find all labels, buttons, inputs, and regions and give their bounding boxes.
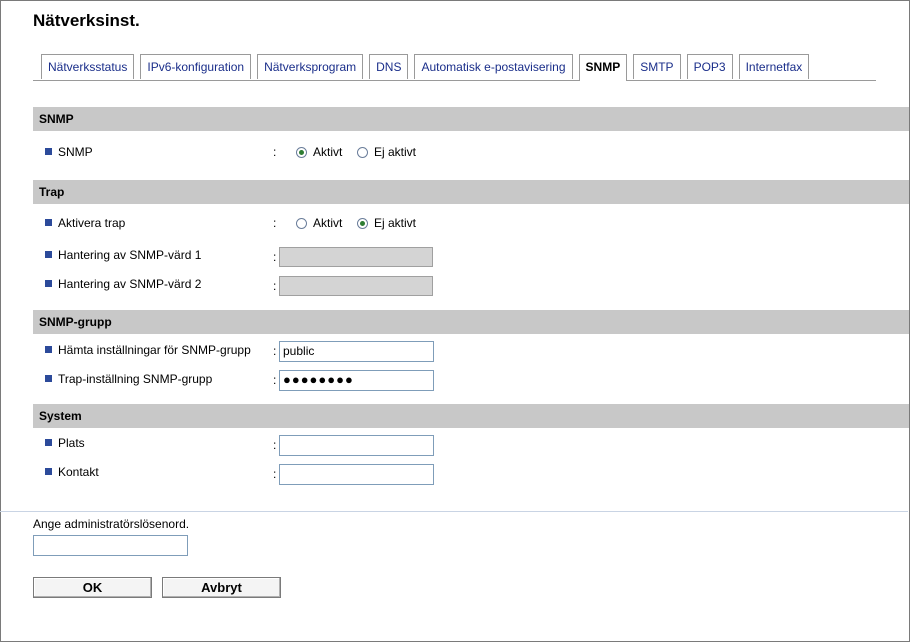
radio-selected-icon[interactable] <box>296 146 307 158</box>
bullet-icon <box>45 280 52 287</box>
bullet-icon <box>45 251 52 258</box>
group-trap-row: Trap-inställning SNMP-grupp <box>45 369 212 389</box>
tab-dns[interactable]: DNS <box>369 54 409 79</box>
trap-host1-row: Hantering av SNMP-värd 1 <box>45 245 201 265</box>
tab-network-programs[interactable]: Nätverksprogram <box>257 54 364 79</box>
group-trap-label: Trap-inställning SNMP-grupp <box>58 372 213 386</box>
ok-button[interactable]: OK <box>33 577 152 598</box>
admin-password-input[interactable] <box>33 535 188 556</box>
section-header-snmp-group: SNMP-grupp <box>33 310 909 334</box>
colon: : <box>273 279 277 293</box>
snmp-radio-inactive[interactable]: Ej aktivt <box>357 142 416 162</box>
snmp-trap-community-input[interactable]: ●●●●●●●● <box>279 370 434 391</box>
radio-unselected-icon[interactable] <box>296 217 307 229</box>
colon: : <box>273 250 277 264</box>
section-header-system: System <box>33 404 909 428</box>
bullet-icon <box>45 219 52 226</box>
system-location-input[interactable] <box>279 435 434 456</box>
tab-network-status[interactable]: Nätverksstatus <box>41 54 135 79</box>
tab-email-notification[interactable]: Automatisk e-postavisering <box>414 54 573 79</box>
group-get-label: Hämta inställningar för SNMP-grupp <box>58 343 251 357</box>
tab-bar: Nätverksstatus IPv6-konfiguration Nätver… <box>41 54 810 81</box>
colon: : <box>273 467 277 481</box>
colon: : <box>273 438 277 452</box>
colon: : <box>273 216 277 230</box>
trap-activate-row: Aktivera trap <box>45 213 125 233</box>
radio-label: Ej aktivt <box>374 145 417 159</box>
colon: : <box>273 373 277 387</box>
radio-label: Ej aktivt <box>374 216 417 230</box>
page-title: Nätverksinst. <box>33 11 140 30</box>
radio-selected-icon[interactable] <box>357 217 368 229</box>
bullet-icon <box>45 148 52 155</box>
system-contact-row: Kontakt <box>45 462 99 482</box>
bullet-icon <box>45 346 52 353</box>
trap-host2-label: Hantering av SNMP-värd 2 <box>58 277 202 291</box>
snmp-radio-active[interactable]: Aktivt <box>296 142 342 162</box>
snmp-get-community-input[interactable]: public <box>279 341 434 362</box>
radio-label: Aktivt <box>313 216 343 230</box>
system-contact-label: Kontakt <box>58 465 99 479</box>
trap-radio-active[interactable]: Aktivt <box>296 213 342 233</box>
system-location-row: Plats <box>45 433 85 453</box>
radio-unselected-icon[interactable] <box>357 146 368 158</box>
system-location-label: Plats <box>58 436 85 450</box>
tab-snmp[interactable]: SNMP <box>578 54 628 81</box>
section-header-trap: Trap <box>33 180 909 204</box>
trap-activate-label: Aktivera trap <box>58 216 126 230</box>
tab-underline <box>33 80 876 81</box>
divider <box>0 511 908 512</box>
trap-host1-label: Hantering av SNMP-värd 1 <box>58 248 202 262</box>
admin-password-prompt: Ange administratörslösenord. <box>33 517 190 531</box>
group-get-row: Hämta inställningar för SNMP-grupp <box>45 340 251 360</box>
snmp-row: SNMP <box>45 142 93 162</box>
snmp-host2-input[interactable] <box>279 276 433 296</box>
tab-pop3[interactable]: POP3 <box>686 54 733 79</box>
colon: : <box>273 145 277 159</box>
tab-smtp[interactable]: SMTP <box>633 54 681 79</box>
tab-internetfax[interactable]: Internetfax <box>738 54 810 79</box>
colon: : <box>273 344 277 358</box>
bullet-icon <box>45 439 52 446</box>
trap-host2-row: Hantering av SNMP-värd 2 <box>45 274 201 294</box>
radio-label: Aktivt <box>313 145 343 159</box>
system-contact-input[interactable] <box>279 464 434 485</box>
trap-radio-inactive[interactable]: Ej aktivt <box>357 213 416 233</box>
cancel-button[interactable]: Avbryt <box>162 577 281 598</box>
snmp-label: SNMP <box>58 145 93 159</box>
snmp-host1-input[interactable] <box>279 247 433 267</box>
tab-ipv6-config[interactable]: IPv6-konfiguration <box>140 54 252 79</box>
bullet-icon <box>45 375 52 382</box>
bullet-icon <box>45 468 52 475</box>
section-header-snmp: SNMP <box>33 107 909 131</box>
